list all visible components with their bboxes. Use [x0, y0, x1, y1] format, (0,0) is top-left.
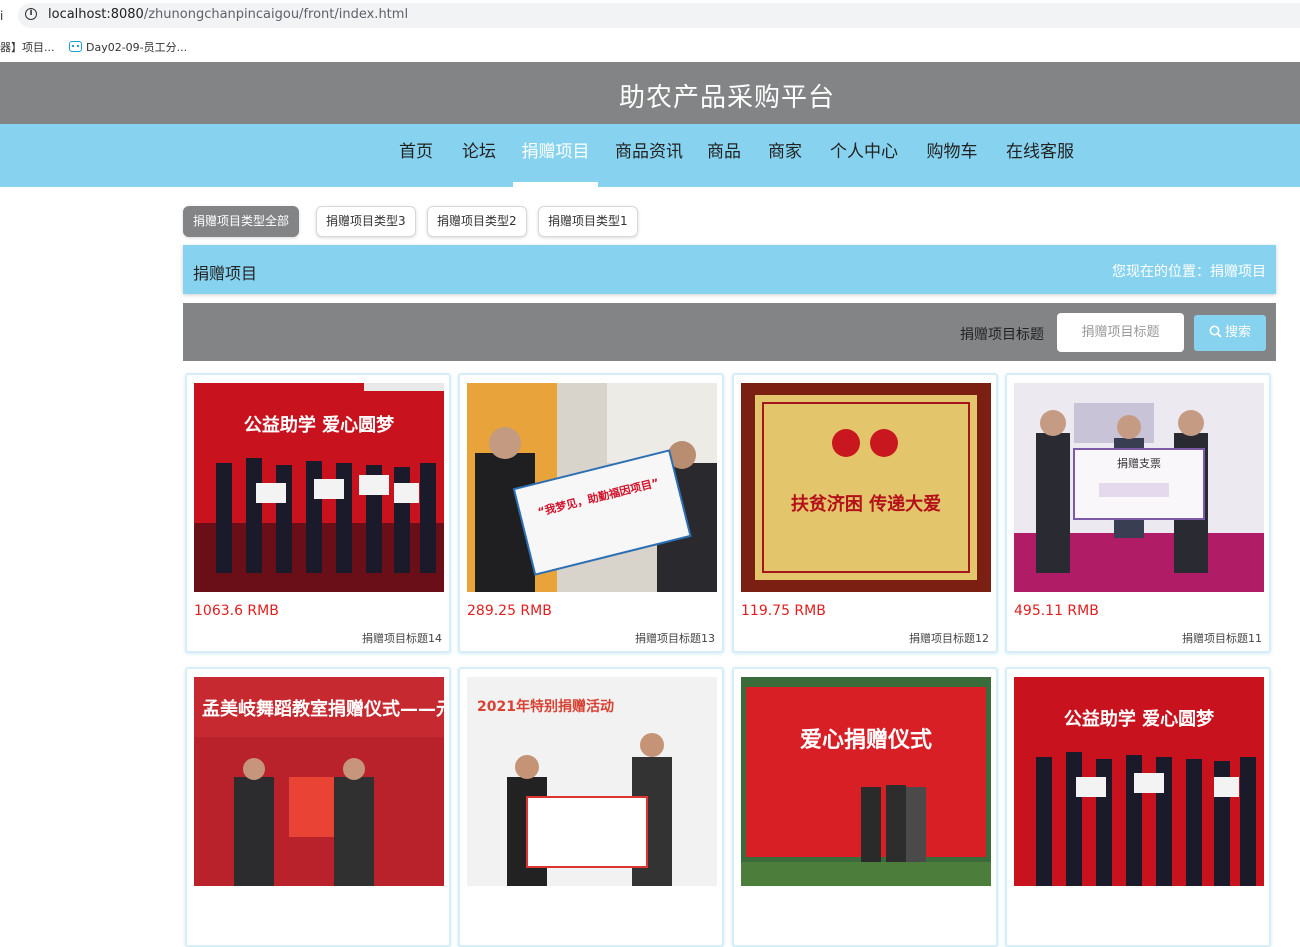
- url-text[interactable]: localhost:8080/zhunongchanpincaigou/fron…: [48, 7, 408, 22]
- bilibili-icon: [69, 41, 82, 52]
- filter-chip-type2[interactable]: 捐赠项目类型2: [427, 206, 527, 237]
- card-title: 捐赠项目标题14: [362, 632, 442, 645]
- donation-card[interactable]: 2021年特别捐赠活动: [458, 667, 724, 947]
- card-image-text: 公益助学 爱心圆梦: [1064, 708, 1215, 730]
- card-image: 公益助学 爱心圆梦: [194, 383, 444, 592]
- card-image: 孟美岐舞蹈教室捐赠仪式——元过小: [194, 677, 444, 886]
- breadcrumb: 您现在的位置：捐赠项目: [1112, 264, 1266, 280]
- filter-chip-all[interactable]: 捐赠项目类型全部: [183, 206, 300, 237]
- card-title: 捐赠项目标题13: [635, 632, 715, 645]
- card-price: 1063.6 RMB: [194, 603, 279, 619]
- card-image: 公益助学 爱心圆梦: [1014, 677, 1264, 886]
- filter-chip-type3[interactable]: 捐赠项目类型3: [316, 206, 416, 237]
- card-image: 捐赠支票: [1014, 383, 1264, 592]
- card-title: 捐赠项目标题12: [909, 632, 989, 645]
- card-price: 119.75 RMB: [741, 603, 826, 619]
- page-title: 捐赠项目: [193, 264, 258, 283]
- card-image: 2021年特别捐赠活动: [467, 677, 717, 886]
- bookmark-item[interactable]: 器】项目...: [0, 39, 55, 55]
- bookmarks-bar: 器】项目... Day02-09-员工分...: [0, 30, 1300, 61]
- card-image-text: 捐赠支票: [1117, 456, 1161, 470]
- site-title: 助农产品采购平台: [618, 83, 835, 113]
- card-image: 爱心捐赠仪式: [741, 677, 991, 886]
- search-bar: 捐赠项目标题 搜索: [183, 303, 1276, 361]
- left-edge-mark: i: [0, 9, 4, 23]
- nav-item-donation[interactable]: 捐赠项目: [513, 124, 598, 187]
- nav-item-merchants[interactable]: 商家: [759, 124, 811, 187]
- donation-card[interactable]: 孟美岐舞蹈教室捐赠仪式——元过小: [185, 667, 451, 947]
- donation-card[interactable]: 爱心捐赠仪式: [732, 667, 998, 947]
- site-header: 助农产品采购平台: [0, 62, 1300, 124]
- section-title-bar: 捐赠项目 您现在的位置：捐赠项目: [183, 245, 1276, 294]
- card-price: 289.25 RMB: [467, 603, 552, 619]
- search-input[interactable]: [1057, 313, 1184, 352]
- nav-item-support[interactable]: 在线客服: [998, 124, 1082, 187]
- card-image: “我梦见，助勤福因项目”: [467, 383, 717, 592]
- nav-item-goods[interactable]: 商品: [698, 124, 750, 187]
- card-image-text: 爱心捐赠仪式: [800, 727, 932, 753]
- donation-card[interactable]: 公益助学 爱心圆梦 1063.6 RMB 捐赠项目标题14: [185, 373, 451, 653]
- donation-card[interactable]: “我梦见，助勤福因项目” 289.25 RMB 捐赠项目标题13: [458, 373, 724, 653]
- card-title: 捐赠项目标题11: [1182, 632, 1262, 645]
- main-nav: 首页 论坛 捐赠项目 商品资讯 商品 商家 个人中心 购物车 在线客服: [0, 124, 1300, 187]
- filter-chip-type1[interactable]: 捐赠项目类型1: [538, 206, 638, 237]
- nav-item-forum[interactable]: 论坛: [453, 124, 505, 187]
- search-button[interactable]: 搜索: [1194, 315, 1266, 351]
- browser-address-bar: i i localhost:8080/zhunongchanpincaigou/…: [0, 0, 1300, 30]
- card-image-text: 孟美岐舞蹈教室捐赠仪式——元过小: [202, 698, 444, 720]
- card-image: 扶贫济困 传递大爱: [741, 383, 991, 592]
- donation-card[interactable]: 公益助学 爱心圆梦: [1005, 667, 1271, 947]
- card-price: 495.11 RMB: [1014, 603, 1099, 619]
- card-image-text: 2021年特别捐赠活动: [477, 698, 614, 715]
- donation-card[interactable]: 捐赠支票 495.11 RMB 捐赠项目标题11: [1005, 373, 1271, 653]
- nav-item-home[interactable]: 首页: [390, 124, 442, 187]
- nav-item-profile[interactable]: 个人中心: [822, 124, 906, 187]
- card-image-text: 公益助学 爱心圆梦: [244, 414, 395, 436]
- search-icon: [1209, 325, 1222, 338]
- card-image-text: 扶贫济困 传递大爱: [791, 493, 941, 515]
- nav-item-cart[interactable]: 购物车: [918, 124, 986, 187]
- bookmark-item[interactable]: Day02-09-员工分...: [69, 39, 187, 55]
- nav-item-news[interactable]: 商品资讯: [607, 124, 691, 187]
- search-label: 捐赠项目标题: [960, 327, 1044, 343]
- site-info-icon[interactable]: i: [25, 8, 37, 20]
- donation-card[interactable]: 扶贫济困 传递大爱 119.75 RMB 捐赠项目标题12: [732, 373, 998, 653]
